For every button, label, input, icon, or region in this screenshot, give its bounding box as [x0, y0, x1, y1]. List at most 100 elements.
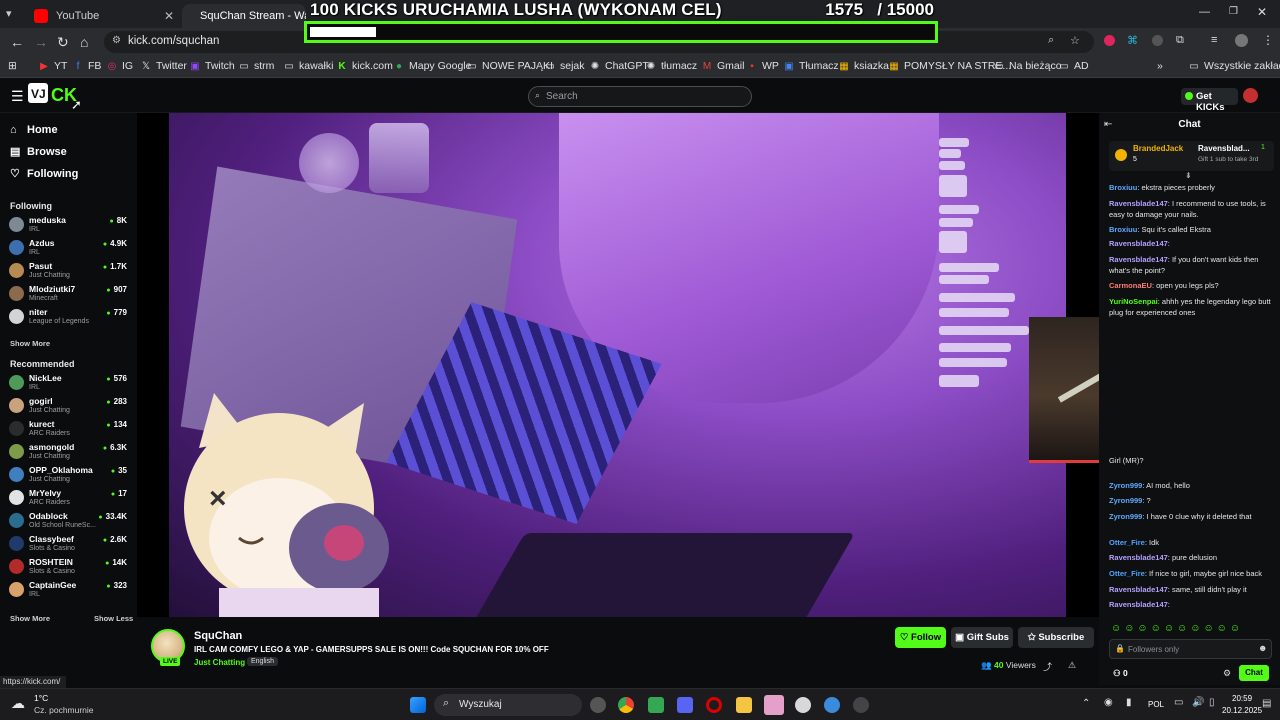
home-icon[interactable]: ⌂	[80, 34, 88, 50]
sidebar-channel-roshtein[interactable]: ROSHTEINSlots & Casino 14K	[9, 557, 129, 579]
minimize-icon[interactable]: —	[1199, 6, 1210, 18]
taskbar-search[interactable]: ⌕ Wyszukaj	[434, 694, 582, 716]
sidebar-channel-classybeef[interactable]: ClassybeefSlots & Casino 2.6K	[9, 534, 129, 556]
bookmark-strm[interactable]: ▭ strm	[238, 60, 274, 72]
show-more-following[interactable]: Show More	[10, 339, 50, 348]
share-icon[interactable]: ⤴	[1043, 660, 1052, 673]
volume-icon[interactable]: 🔊	[1192, 697, 1204, 708]
bookmark-yt[interactable]: ▶ YT	[38, 60, 67, 72]
media-control-icon[interactable]: ≡	[1211, 34, 1217, 46]
chat-username[interactable]: YuriNoSenpai	[1109, 297, 1158, 306]
close-icon[interactable]: ✕	[164, 9, 174, 23]
chat-send-button[interactable]: Chat	[1239, 665, 1269, 681]
report-icon[interactable]: ⚠	[1068, 660, 1076, 671]
channel-points[interactable]: ⚇ 0	[1113, 668, 1128, 679]
app-icon[interactable]	[824, 697, 840, 713]
window-close-icon[interactable]: ✕	[1257, 5, 1267, 19]
chat-username[interactable]: Ravensblade147	[1109, 600, 1168, 609]
language-tag[interactable]: English	[247, 657, 278, 666]
profile-avatar-icon[interactable]	[1235, 34, 1248, 47]
chat-username[interactable]: Otter_Fire	[1109, 538, 1145, 547]
chat-username[interactable]: Zyron999	[1109, 512, 1142, 521]
network-icon[interactable]: ▭	[1174, 697, 1183, 708]
battery-icon[interactable]: ▯	[1209, 697, 1215, 708]
sidebar-channel-nicklee[interactable]: NickLeeIRL 576	[9, 373, 129, 395]
show-less-recommended[interactable]: Show Less	[94, 614, 133, 623]
pin-expand-icon[interactable]: ⇟	[1185, 171, 1192, 180]
follow-button[interactable]: ♡ Follow	[895, 627, 946, 648]
bookmark-kawalki[interactable]: ▭ kawałki	[283, 60, 333, 72]
bookmark-twitch[interactable]: ▣ Twitch	[189, 60, 235, 72]
app-icon[interactable]	[648, 697, 664, 713]
restore-icon[interactable]: ❐	[1229, 6, 1238, 17]
steam-icon[interactable]	[795, 697, 811, 713]
bookmark-gmail[interactable]: M Gmail	[701, 60, 745, 72]
chat-username[interactable]: Ravensblade147	[1109, 199, 1168, 208]
forward-icon[interactable]: →	[34, 34, 48, 50]
tab-youtube[interactable]: YouTube ✕	[24, 4, 182, 28]
zoom-icon[interactable]: ⌕	[1048, 34, 1054, 47]
sidebar-channel-kurect[interactable]: kurectARC Raiders 134	[9, 419, 129, 441]
sidebar-channel-mryelvy[interactable]: MrYelvyARC Raiders 17	[9, 488, 129, 510]
sidebar-channel-odablock[interactable]: OdablockOld School RuneSc...33.4K	[9, 511, 129, 533]
sidebar-channel-pasut[interactable]: PasutJust Chatting 1.7K	[9, 261, 129, 283]
record-extension-icon[interactable]	[1104, 35, 1115, 46]
sidebar-channel-gogirl[interactable]: gogirlJust Chatting 283	[9, 396, 129, 418]
search-input[interactable]: ⌕ Search	[528, 86, 752, 107]
hamburger-menu-icon[interactable]: ☰	[11, 88, 24, 105]
microphone-icon[interactable]: ◉	[1104, 697, 1113, 708]
nav-browse[interactable]: ▤ Browse	[10, 145, 67, 158]
site-info-icon[interactable]: ⚙	[112, 35, 121, 46]
windows-start-icon[interactable]	[410, 697, 426, 713]
notifications-icon[interactable]: ▤	[1262, 698, 1271, 709]
media-player-icon[interactable]	[853, 697, 869, 713]
sidebar-channel-opp_oklahoma[interactable]: OPP_OklahomaJust Chatting 35	[9, 465, 129, 487]
chat-username[interactable]: Broxiuu	[1109, 183, 1137, 192]
extensions-puzzle-icon[interactable]: ⧉	[1176, 34, 1184, 47]
sidebar-channel-mlodziutki7[interactable]: Mlodziutki7Minecraft 907	[9, 284, 129, 306]
chat-username[interactable]: Ravensblade147	[1109, 239, 1168, 248]
stream-video[interactable]: ×	[169, 113, 1066, 617]
active-app-icon[interactable]	[764, 695, 784, 715]
bookmark-pajaki[interactable]: ▭ NOWE PAJĄKI	[466, 60, 553, 72]
clock-date[interactable]: 20.12.2025	[1222, 706, 1262, 715]
streamer-name[interactable]: SquChan	[194, 630, 242, 642]
tray-overflow-icon[interactable]: ⌃	[1082, 698, 1090, 709]
copilot-icon[interactable]	[590, 697, 606, 713]
keyboard-language[interactable]: POL	[1148, 700, 1164, 709]
nav-following[interactable]: ♡ Following	[10, 167, 78, 180]
bookmark-star-icon[interactable]: ☆	[1070, 34, 1080, 47]
chat-username[interactable]: Ravensblade147	[1109, 585, 1168, 594]
file-explorer-icon[interactable]	[736, 697, 752, 713]
opera-icon[interactable]	[706, 697, 722, 713]
chat-username[interactable]: Ravensblade147	[1109, 553, 1168, 562]
back-icon[interactable]: ←	[10, 34, 24, 50]
emote-bar[interactable]: ☺☺☺☺☺☺☺☺☺☺	[1111, 623, 1271, 634]
bookmark-wp[interactable]: ▪ WP	[746, 60, 779, 72]
weather-icon[interactable]: ☁	[11, 695, 25, 712]
sidebar-channel-niter[interactable]: niterLeague of Legends 779	[9, 307, 129, 329]
discord-icon[interactable]	[677, 697, 693, 713]
nav-home[interactable]: ⌂ Home	[10, 124, 58, 136]
chat-username[interactable]: Ravensblade147	[1109, 255, 1168, 264]
bookmark-ad[interactable]: ▭ AD	[1058, 60, 1088, 72]
sidebar-channel-meduska[interactable]: meduskaIRL 8K	[9, 215, 129, 237]
clock-time[interactable]: 20:59	[1232, 694, 1252, 703]
bookmark-kick[interactable]: Kkick.com	[336, 60, 392, 72]
extension-icon[interactable]: ⌘	[1127, 34, 1138, 47]
video-player[interactable]: ×	[137, 113, 1099, 617]
bookmark-ksiazka[interactable]: ▦ ksiazka	[838, 60, 889, 72]
tab-search-icon[interactable]: ▾	[6, 7, 12, 20]
chat-username[interactable]: CarmonaEU	[1109, 281, 1152, 290]
chat-username[interactable]: Zyron999	[1109, 496, 1142, 505]
gift-leaderboard[interactable]: BrandedJack 5 Ravensblad... 1 Gift 1 sub…	[1109, 141, 1274, 171]
bookmark-tlumacz2[interactable]: ▣ Tłumacz	[783, 60, 838, 72]
bookmark-sejak[interactable]: ▭ sejak	[544, 60, 584, 72]
chrome-icon[interactable]	[618, 697, 634, 713]
chat-input[interactable]: 🔒 Followers only ☻	[1109, 639, 1272, 659]
show-more-recommended[interactable]: Show More	[10, 614, 50, 623]
menu-dots-icon[interactable]: ⋮	[1262, 33, 1274, 47]
weather-temp[interactable]: 1°C	[34, 693, 48, 703]
sidebar-channel-azdus[interactable]: AzdusIRL 4.9K	[9, 238, 129, 260]
apps-grid-icon[interactable]: ⊞	[8, 60, 17, 72]
